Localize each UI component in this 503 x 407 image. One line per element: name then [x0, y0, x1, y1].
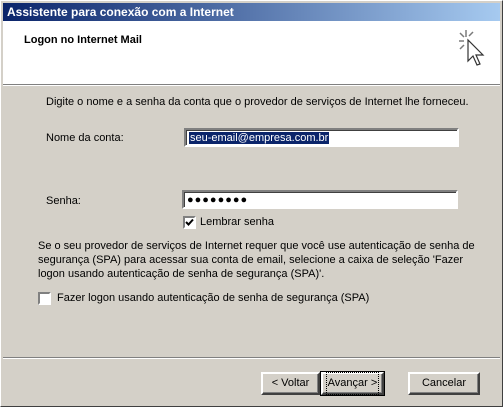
instructions-text: Digite o nome e a senha da conta que o p…: [46, 96, 469, 108]
page-title: Logon no Internet Mail: [24, 34, 142, 46]
remember-password-label[interactable]: Lembrar senha: [200, 216, 274, 228]
password-label: Senha:: [46, 195, 81, 207]
account-name-label: Nome da conta:: [46, 132, 124, 144]
spa-description: Se o seu provedor de serviços de Interne…: [38, 240, 475, 280]
account-name-value: seu-email@empresa.com.br: [189, 132, 330, 144]
next-button[interactable]: Avançar >: [320, 371, 385, 396]
wizard-window: Assistente para conexão com a Internet L…: [0, 0, 503, 407]
back-button[interactable]: < Voltar: [261, 372, 320, 395]
account-name-input[interactable]: seu-email@empresa.com.br: [184, 128, 459, 147]
header-panel: Logon no Internet Mail: [3, 21, 500, 84]
cancel-button-label: Cancelar: [421, 377, 467, 389]
spa-checkbox[interactable]: [38, 292, 51, 305]
wizard-sparkle-cursor-icon: [456, 27, 492, 71]
back-button-label: < Voltar: [271, 377, 310, 389]
password-input[interactable]: ●●●●●●●●: [182, 190, 458, 209]
checkmark-icon: [185, 218, 194, 226]
spa-label[interactable]: Fazer logon usando autenticação de senha…: [57, 292, 369, 304]
title-bar[interactable]: Assistente para conexão com a Internet: [3, 3, 500, 21]
window-title: Assistente para conexão com a Internet: [7, 5, 234, 19]
next-button-label: Avançar >: [325, 372, 380, 395]
footer-divider: [3, 357, 500, 359]
cancel-button[interactable]: Cancelar: [408, 372, 480, 395]
header-divider: [3, 84, 500, 86]
password-value: ●●●●●●●●: [187, 194, 249, 206]
remember-password-checkbox[interactable]: [183, 216, 196, 229]
